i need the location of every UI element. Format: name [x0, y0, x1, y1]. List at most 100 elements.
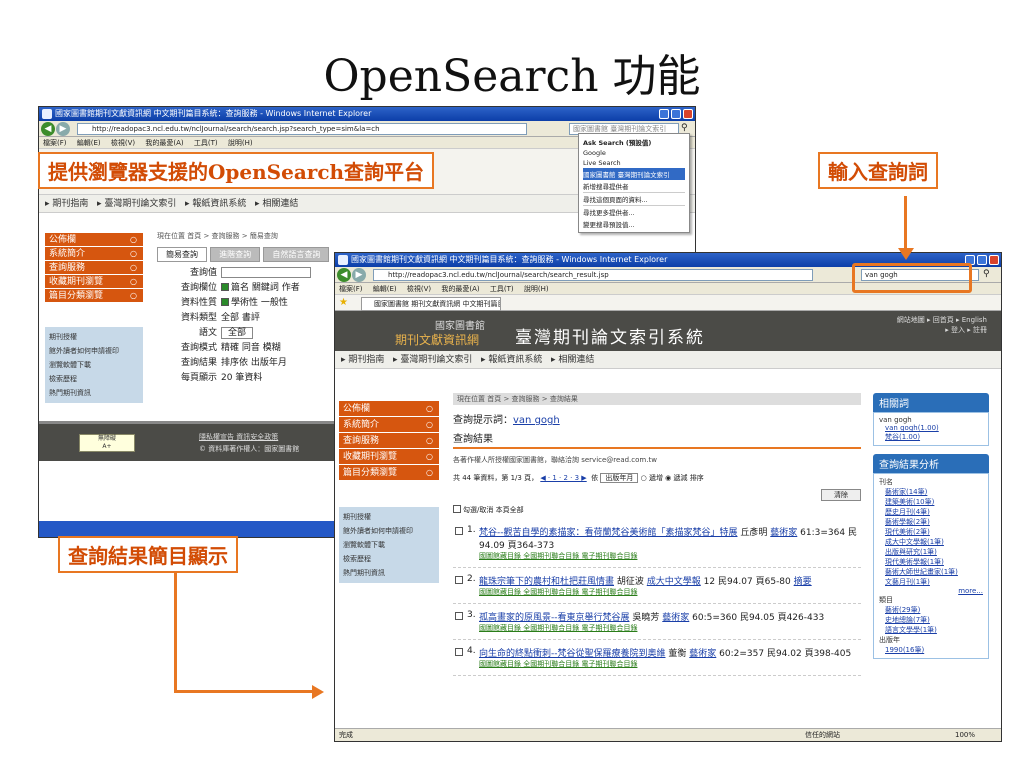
result-title[interactable]: 向生命的終點衝刺--梵谷從聖保羅療養院到奧維	[479, 649, 666, 659]
result-title[interactable]: 梵谷--觀苦自學的素描家：看荷蘭梵谷美術館「素描家梵谷」特展	[479, 528, 738, 538]
tab-natural[interactable]: 自然語言查詢	[263, 247, 330, 262]
nav-links[interactable]: ▸ 相關連結	[551, 355, 594, 365]
forward-arrow-icon[interactable]: ▶	[56, 122, 70, 136]
facet-item[interactable]: 文藝月刊(1筆)	[879, 577, 983, 587]
menu-intro[interactable]: 系統簡介	[339, 417, 439, 433]
facet-item[interactable]: 現代美術(2筆)	[879, 527, 983, 537]
related-item[interactable]: van gogh(1.00)	[879, 424, 983, 432]
tab-simple[interactable]: 簡易查詢	[157, 247, 207, 262]
nav-links[interactable]: ▸ 相關連結	[255, 199, 298, 209]
menu-collection[interactable]: 收藏期刊瀏覽	[45, 275, 143, 289]
facet-item[interactable]: 成大中文學報(1筆)	[879, 537, 983, 547]
status-zoom[interactable]: 100%	[955, 729, 975, 741]
provider-ask[interactable]: Ask Search (預設值)	[583, 136, 685, 148]
related-item[interactable]: 梵谷(1.00)	[879, 432, 983, 442]
sub-history[interactable]: 檢索歷程	[343, 552, 435, 566]
facet-item[interactable]: 藝術家(14筆)	[879, 487, 983, 497]
favorites-star-icon[interactable]: ★	[339, 297, 348, 308]
menu-view[interactable]: 檢視(V)	[407, 285, 431, 293]
facet-item[interactable]: 現代美術學報(1筆)	[879, 557, 983, 567]
result-journal[interactable]: 成大中文學報	[647, 577, 701, 587]
select-all-checkbox[interactable]	[453, 505, 461, 513]
menu-category[interactable]: 篇目分類瀏覽	[45, 289, 143, 303]
add-provider[interactable]: 新增搜尋提供者	[583, 180, 685, 193]
menu-bulletin[interactable]: 公佈欄	[339, 401, 439, 417]
hint-value[interactable]: van gogh	[513, 415, 560, 426]
clear-button[interactable]: 清除	[821, 489, 861, 501]
facet-item[interactable]: 建築美術(10筆)	[879, 497, 983, 507]
forward-arrow-icon[interactable]: ▶	[352, 268, 366, 282]
result-links[interactable]: 國圖館藏目錄 全國期刊聯合目錄 電子期刊聯合目錄	[479, 659, 861, 669]
find-more-providers[interactable]: 尋找更多提供者...	[583, 206, 685, 218]
provider-ncl[interactable]: 國家圖書館 臺灣期刊論文索引	[583, 168, 685, 180]
sub-hot[interactable]: 熱門期刊資訊	[343, 566, 435, 580]
provider-google[interactable]: Google	[583, 148, 685, 158]
change-defaults[interactable]: 變更搜尋預設值...	[583, 218, 685, 230]
sub-download[interactable]: 瀏覽軟體下載	[343, 538, 435, 552]
sub-license[interactable]: 期刊授權	[49, 330, 139, 344]
menu-edit[interactable]: 編輯(E)	[373, 285, 397, 293]
sub-hot[interactable]: 熱門期刊資訊	[49, 386, 139, 400]
minimize-button[interactable]	[659, 109, 669, 119]
sub-history[interactable]: 檢索歷程	[49, 372, 139, 386]
search-icon[interactable]: ⚲	[681, 123, 688, 133]
sort-desc-radio[interactable]: 遞減 排序	[674, 474, 704, 482]
result-links[interactable]: 國圖館藏目錄 全國期刊聯合目錄 電子期刊聯合目錄	[479, 587, 861, 597]
more-link[interactable]: more...	[879, 587, 983, 595]
result-abstract[interactable]: 摘要	[794, 577, 812, 587]
nav-index[interactable]: ▸ 臺灣期刊論文索引	[393, 355, 472, 365]
menu-tools[interactable]: 工具(T)	[490, 285, 514, 293]
search-icon[interactable]: ⚲	[983, 269, 990, 279]
nature-checkbox[interactable]	[221, 298, 229, 306]
back-arrow-icon[interactable]: ◀	[41, 122, 55, 136]
result-links[interactable]: 國圖館藏目錄 全國期刊聯合目錄 電子期刊聯合目錄	[479, 623, 861, 633]
sort-select[interactable]: 出版年月	[600, 473, 639, 483]
result-journal[interactable]: 藝術家	[689, 649, 716, 659]
menu-search[interactable]: 查詢服務	[339, 433, 439, 449]
result-journal[interactable]: 藝術家	[770, 528, 797, 538]
maximize-button[interactable]	[671, 109, 681, 119]
result-checkbox[interactable]	[455, 576, 463, 584]
menu-view[interactable]: 檢視(V)	[111, 139, 135, 147]
back-arrow-icon[interactable]: ◀	[337, 268, 351, 282]
facet-item[interactable]: 史地總論(7筆)	[879, 615, 983, 625]
menu-search[interactable]: 查詢服務	[45, 261, 143, 275]
result-checkbox[interactable]	[455, 648, 463, 656]
menu-intro[interactable]: 系統簡介	[45, 247, 143, 261]
facet-item[interactable]: 出版與研究(1筆)	[879, 547, 983, 557]
sub-copy[interactable]: 館外讀者如何申請複印	[343, 524, 435, 538]
menu-tools[interactable]: 工具(T)	[194, 139, 218, 147]
tab-advanced[interactable]: 進階查詢	[210, 247, 261, 262]
menu-favorites[interactable]: 我的最愛(A)	[441, 285, 479, 293]
facet-item[interactable]: 藝術大師世紀畫家(1筆)	[879, 567, 983, 577]
find-on-page[interactable]: 尋找這個頁面的資料...	[583, 193, 685, 206]
sub-copy[interactable]: 館外讀者如何申請複印	[49, 344, 139, 358]
nav-newspaper[interactable]: ▸ 報紙資訊系統	[185, 199, 246, 209]
browser-tab[interactable]: 國家圖書館 期刊文獻資訊網 中文期刊篇目系...	[361, 297, 501, 311]
nav-journal-guide[interactable]: ▸ 期刊指南	[341, 355, 384, 365]
close-button[interactable]	[683, 109, 693, 119]
menu-collection[interactable]: 收藏期刊瀏覽	[339, 449, 439, 465]
result-title[interactable]: 孤高畫家的原風景--看東京舉行梵谷展	[479, 613, 630, 623]
top-links[interactable]: 網站地圖 ▸ 回首頁 ▸ English	[897, 315, 987, 325]
lang-select[interactable]: 全部	[221, 327, 254, 339]
pagination[interactable]: ◀ · 1 · 2 · 3 ▶	[540, 474, 586, 482]
facet-item[interactable]: 藝術(29筆)	[879, 605, 983, 615]
nav-journal-guide[interactable]: ▸ 期刊指南	[45, 199, 88, 209]
menu-favorites[interactable]: 我的最愛(A)	[145, 139, 183, 147]
field-checkbox[interactable]	[221, 283, 229, 291]
provider-live[interactable]: Live Search	[583, 158, 685, 168]
menu-edit[interactable]: 編輯(E)	[77, 139, 101, 147]
menu-bulletin[interactable]: 公佈欄	[45, 233, 143, 247]
facet-item[interactable]: 歷史月刊(4筆)	[879, 507, 983, 517]
maximize-button[interactable]	[977, 255, 987, 265]
sort-asc-radio[interactable]: 遞增	[649, 474, 663, 482]
menu-help[interactable]: 說明(H)	[228, 139, 253, 147]
menu-category[interactable]: 篇目分類瀏覽	[339, 465, 439, 481]
nav-newspaper[interactable]: ▸ 報紙資訊系統	[481, 355, 542, 365]
facet-item[interactable]: 語言文學學(1筆)	[879, 625, 983, 635]
menu-file[interactable]: 檔案(F)	[43, 139, 67, 147]
result-links[interactable]: 國圖館藏目錄 全國期刊聯合目錄 電子期刊聯合目錄	[479, 551, 861, 561]
menu-file[interactable]: 檔案(F)	[339, 285, 363, 293]
close-button[interactable]	[989, 255, 999, 265]
